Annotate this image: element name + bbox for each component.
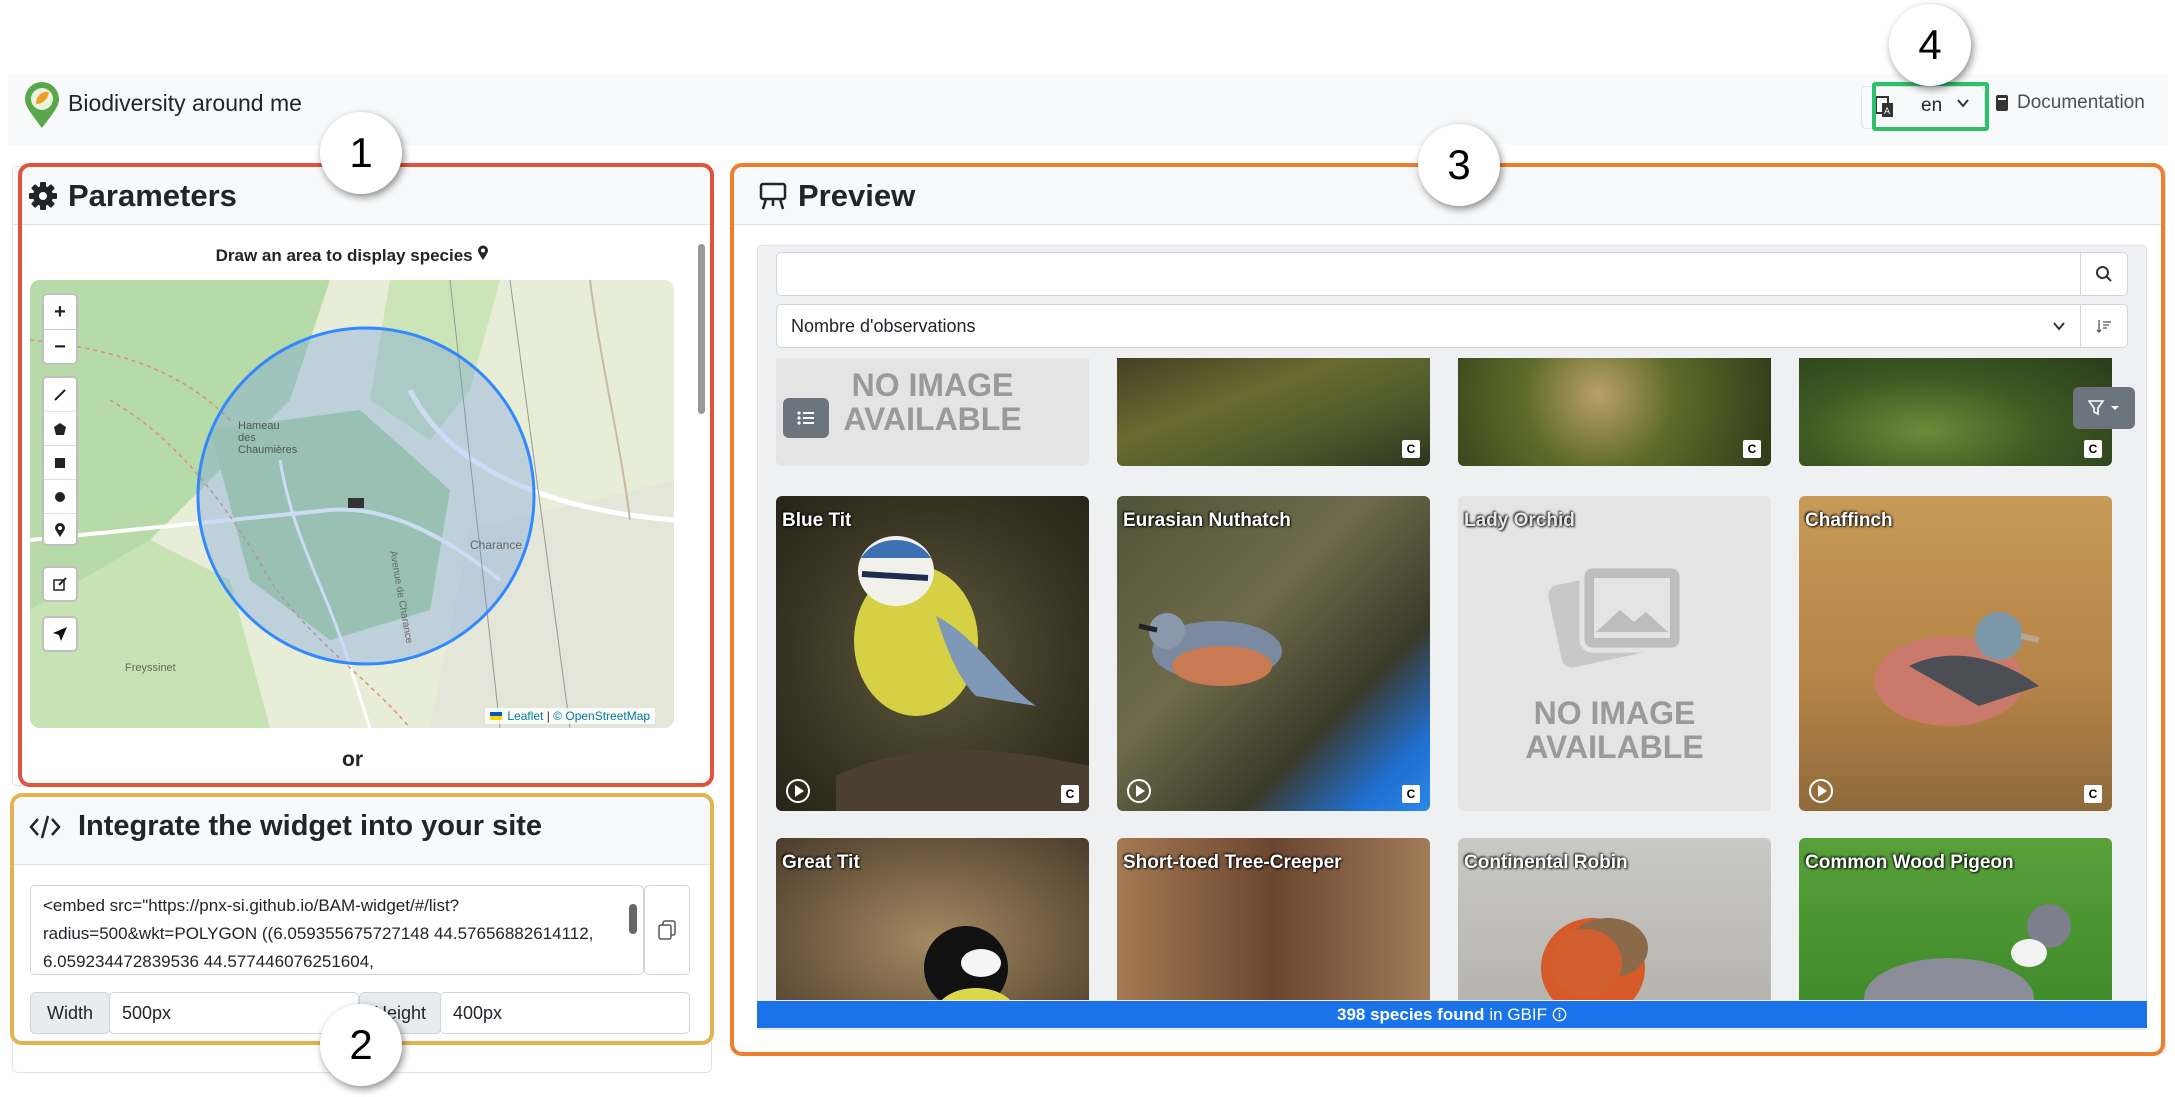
app-title[interactable]: Biodiversity around me [68,90,302,117]
documentation-label: Documentation [2017,92,2145,113]
documentation-link[interactable]: Documentation [1995,92,2145,114]
annotation-frame-4 [1872,82,1989,131]
book-icon [1996,95,2008,111]
app-logo-icon [22,82,62,130]
annotation-badge-4: 4 [1889,4,1971,86]
annotation-badge-3: 3 [1418,124,1500,206]
annotation-badge-1: 1 [320,112,402,194]
annotation-frame-3 [730,163,2165,1056]
annotation-frame-1 [18,163,714,787]
annotation-badge-2: 2 [320,1004,402,1086]
